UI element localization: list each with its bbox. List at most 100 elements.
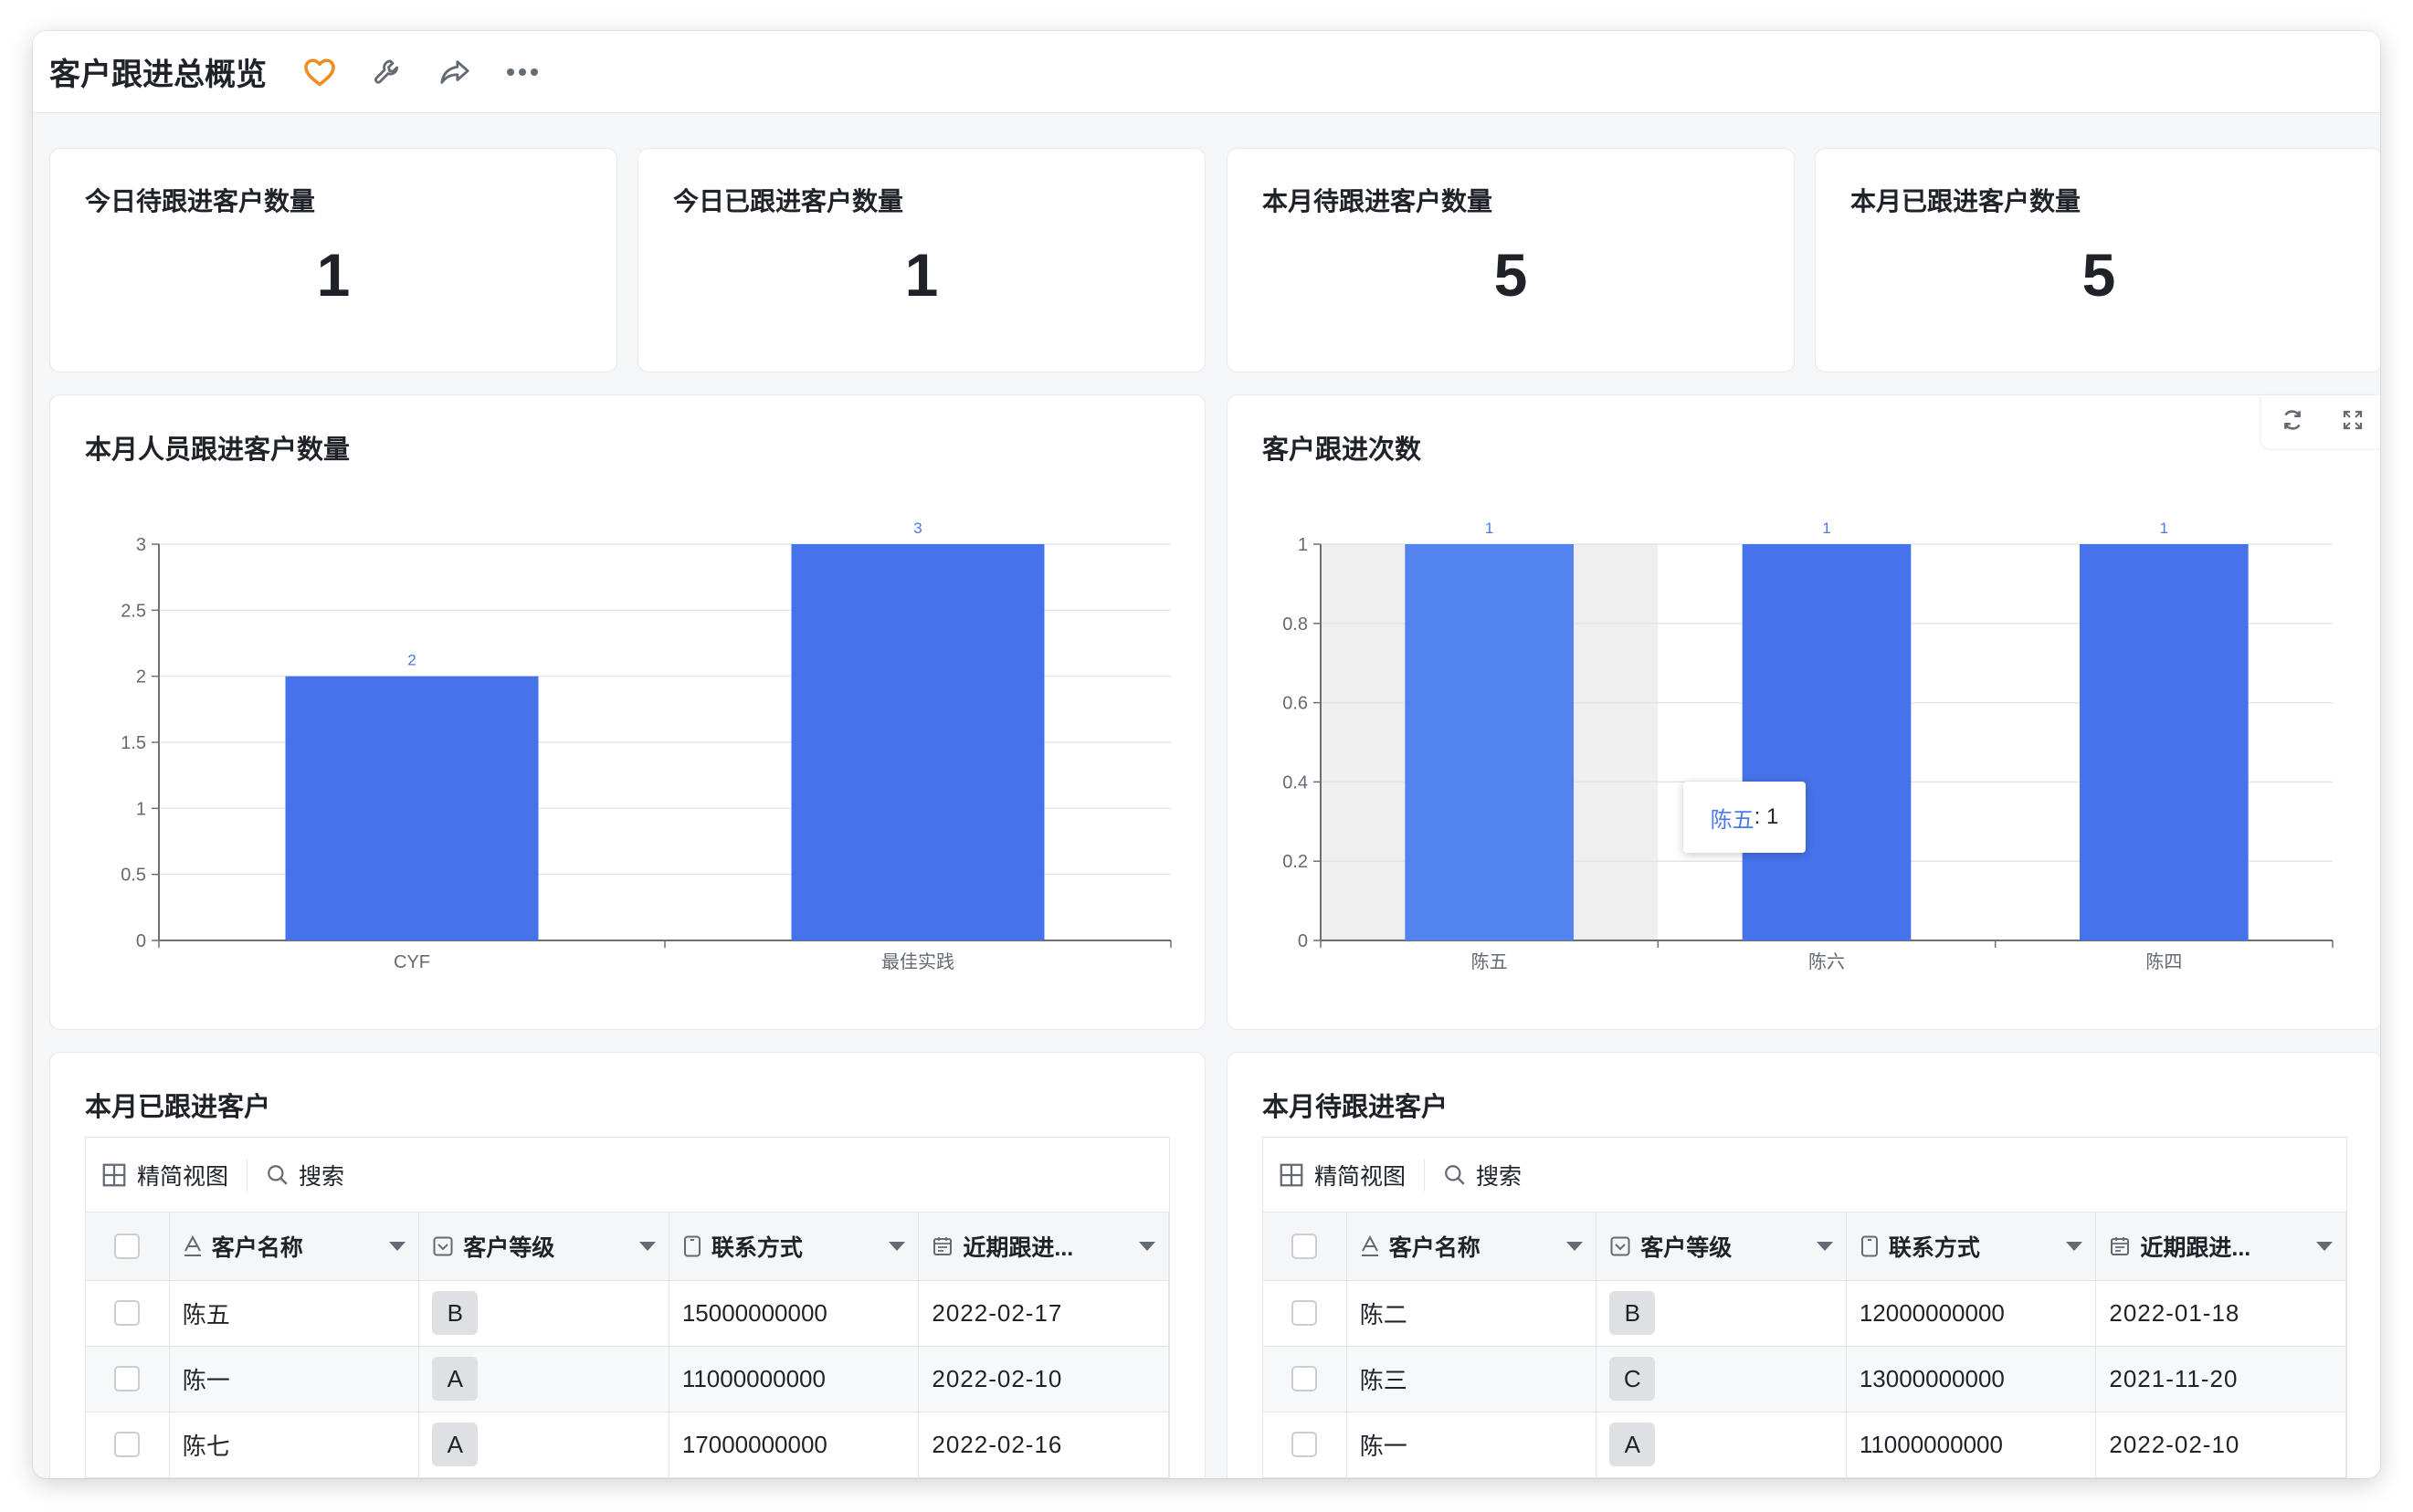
column-header-date[interactable]: 近期跟进... [918, 1213, 1169, 1281]
table-row[interactable]: 陈五 B 15000000000 2022-02-17 [86, 1280, 1169, 1347]
heart-icon [304, 58, 335, 86]
cell-name[interactable]: 陈一 [169, 1346, 420, 1412]
table-row[interactable]: 陈二 B 12000000000 2022-01-18 [1263, 1280, 2346, 1347]
more-button[interactable] [497, 47, 548, 98]
bar [1742, 544, 1912, 940]
y-tick-label: 2 [136, 667, 146, 688]
row-checkbox[interactable] [1291, 1432, 1318, 1457]
share-icon [440, 59, 469, 84]
data-label: 3 [913, 520, 922, 537]
row-checkbox[interactable] [114, 1300, 141, 1326]
column-header-name[interactable]: 客户名称 [169, 1213, 420, 1281]
kpi-label: 本月已跟进客户数量 [1850, 187, 2081, 215]
row-select-cell[interactable] [1263, 1412, 1347, 1478]
chevron-down-icon[interactable] [1139, 1241, 1155, 1251]
column-header-name[interactable]: 客户名称 [1346, 1213, 1597, 1281]
cell-phone[interactable]: 13000000000 [1846, 1346, 2097, 1412]
cell-date[interactable]: 2022-02-10 [918, 1346, 1169, 1412]
chevron-down-icon[interactable] [638, 1241, 656, 1251]
select-all-cell[interactable] [86, 1213, 170, 1281]
chevron-down-icon[interactable] [2316, 1241, 2333, 1251]
date-field-icon [2111, 1236, 2130, 1255]
cell-date[interactable]: 2022-02-10 [2095, 1412, 2346, 1478]
column-header-phone[interactable]: 联系方式 [669, 1213, 920, 1281]
cell-level[interactable]: A [1596, 1412, 1847, 1478]
chevron-down-icon[interactable] [889, 1241, 906, 1251]
bar-chart-followups: 0 0.2 0.4 0.6 0.8 1 1 陈五 1 陈六 1 陈四 [1282, 520, 2334, 972]
cell-date[interactable]: 2021-11-20 [2095, 1346, 2346, 1412]
row-select-cell[interactable] [86, 1412, 170, 1478]
row-select-cell[interactable] [1263, 1280, 1347, 1347]
cell-level[interactable]: A [418, 1346, 669, 1412]
cell-name[interactable]: 陈三 [1346, 1346, 1597, 1412]
cell-name[interactable]: 陈二 [1346, 1280, 1597, 1347]
cell-phone[interactable]: 11000000000 [1846, 1412, 2097, 1478]
row-select-cell[interactable] [86, 1280, 170, 1347]
select-field-icon [1610, 1236, 1630, 1256]
cell-phone[interactable]: 17000000000 [669, 1412, 920, 1478]
chevron-down-icon[interactable] [1566, 1241, 1584, 1251]
kpi-card-today-followed: 今日已跟进客户数量 1 [637, 148, 1206, 373]
cell-date[interactable]: 2022-02-17 [918, 1280, 1169, 1347]
view-switch-button[interactable]: 精简视图 [1278, 1159, 1424, 1192]
search-button[interactable]: 搜索 [266, 1159, 363, 1192]
chevron-down-icon[interactable] [2066, 1241, 2083, 1251]
cell-phone[interactable]: 12000000000 [1846, 1280, 2097, 1347]
share-button[interactable] [429, 47, 480, 98]
cell-level[interactable]: B [418, 1280, 669, 1347]
cell-date[interactable]: 2022-01-18 [2095, 1280, 2346, 1347]
table-row[interactable]: 陈三 C 13000000000 2021-11-20 [1263, 1346, 2346, 1412]
refresh-button[interactable] [2281, 408, 2304, 436]
select-all-checkbox[interactable] [1291, 1233, 1318, 1259]
kpi-value: 1 [316, 241, 351, 309]
column-header-level[interactable]: 客户等级 [1596, 1213, 1847, 1281]
grid-view-icon [1280, 1163, 1303, 1186]
table-toolbar: 精简视图 搜索 [1263, 1138, 2346, 1213]
cell-level[interactable]: B [1596, 1280, 1847, 1347]
column-header-phone[interactable]: 联系方式 [1846, 1213, 2097, 1281]
cell-phone[interactable]: 11000000000 [669, 1346, 920, 1412]
table-row[interactable]: 陈一 A 11000000000 2022-02-10 [86, 1346, 1169, 1412]
search-button[interactable]: 搜索 [1443, 1159, 1540, 1192]
column-label: 客户名称 [1388, 1234, 1480, 1261]
row-checkbox[interactable] [1291, 1366, 1318, 1391]
row-checkbox[interactable] [114, 1366, 141, 1391]
x-tick-label: 陈四 [2145, 951, 2182, 972]
table-row[interactable]: 陈七 A 17000000000 2022-02-16 [86, 1412, 1169, 1478]
toolbar-divider [247, 1158, 248, 1192]
y-tick-label: 0.6 [1282, 694, 1308, 714]
settings-button[interactable] [362, 47, 413, 98]
row-select-cell[interactable] [1263, 1346, 1347, 1412]
data-table: 精简视图 搜索 客户名称 客户等级 联系方式 近期跟进... [1262, 1137, 2347, 1478]
cell-level[interactable]: A [418, 1412, 669, 1478]
table-row[interactable]: 陈一 A 11000000000 2022-02-10 [1263, 1412, 2346, 1478]
column-header-level[interactable]: 客户等级 [418, 1213, 669, 1281]
cell-name[interactable]: 陈一 [1346, 1412, 1597, 1478]
cell-phone[interactable]: 15000000000 [669, 1280, 920, 1347]
cell-date[interactable]: 2022-02-16 [918, 1412, 1169, 1478]
view-switch-button[interactable]: 精简视图 [100, 1159, 247, 1192]
cell-name[interactable]: 陈五 [169, 1280, 420, 1347]
fullscreen-button[interactable] [2342, 409, 2364, 436]
row-select-cell[interactable] [86, 1346, 170, 1412]
chevron-down-icon[interactable] [389, 1241, 406, 1251]
favorite-button[interactable] [294, 47, 345, 98]
select-all-cell[interactable] [1263, 1213, 1347, 1281]
grid-view-icon [102, 1163, 126, 1186]
view-label: 精简视图 [137, 1163, 229, 1190]
select-all-checkbox[interactable] [114, 1233, 141, 1259]
y-tick-label: 0.5 [121, 866, 146, 886]
column-label: 联系方式 [711, 1234, 803, 1261]
search-icon [1445, 1164, 1465, 1185]
chevron-down-icon[interactable] [1816, 1241, 1833, 1251]
table-header-row: 客户名称 客户等级 联系方式 近期跟进... [1263, 1213, 2346, 1281]
wrench-icon [374, 59, 399, 84]
column-header-date[interactable]: 近期跟进... [2095, 1213, 2346, 1281]
row-checkbox[interactable] [1291, 1300, 1318, 1326]
row-checkbox[interactable] [114, 1432, 141, 1457]
toolbar-divider [1424, 1158, 1426, 1192]
chart-toolbar [2261, 395, 2380, 448]
cell-level[interactable]: C [1596, 1346, 1847, 1412]
text-field-icon [184, 1234, 201, 1256]
cell-name[interactable]: 陈七 [169, 1412, 420, 1478]
